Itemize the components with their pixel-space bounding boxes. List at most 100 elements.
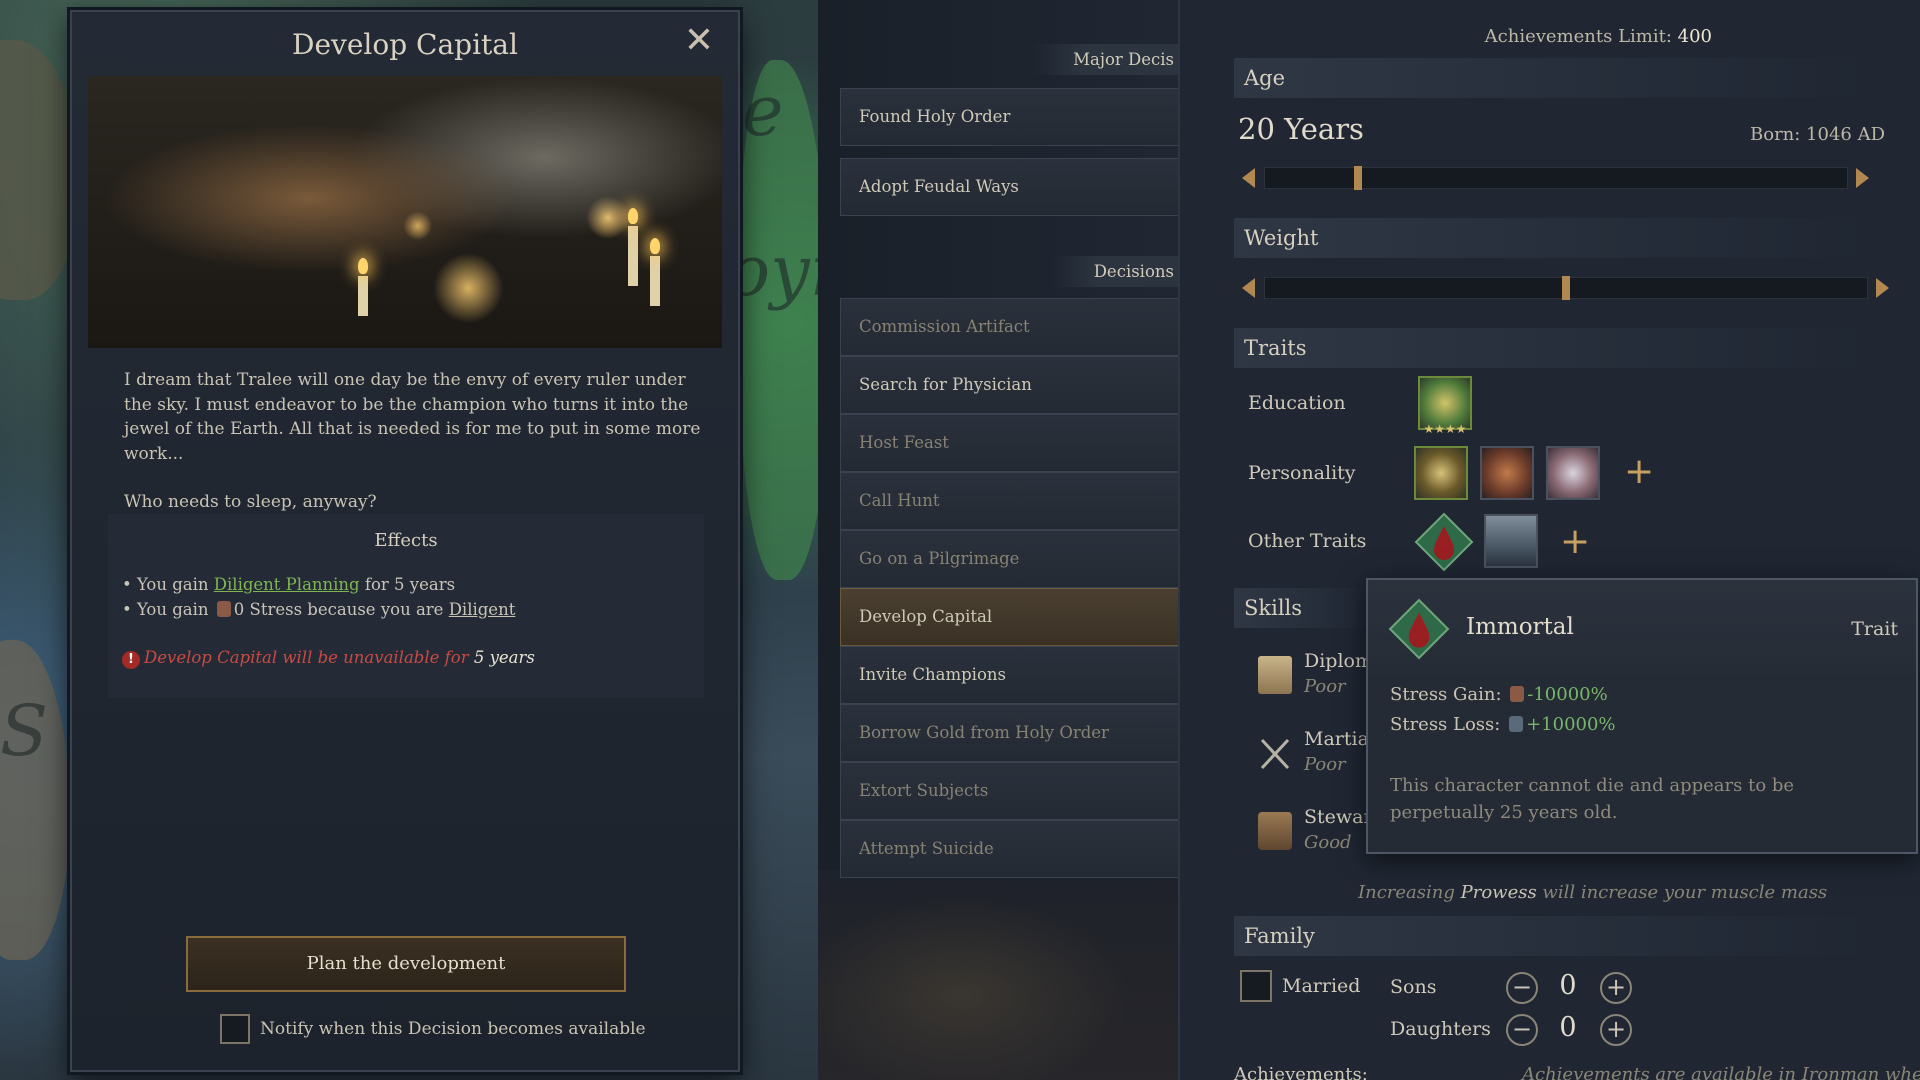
notify-checkbox[interactable] (220, 1014, 250, 1044)
sons-decrease-button[interactable]: − (1506, 972, 1538, 1004)
married-label: Married (1282, 975, 1361, 997)
decision-item-host-feast[interactable]: Host Feast (840, 414, 1178, 472)
decision-item-borrow-gold-from-holy-order[interactable]: Borrow Gold from Holy Order (840, 704, 1178, 762)
plan-development-button[interactable]: Plan the development (186, 936, 626, 992)
decision-item-extort-subjects[interactable]: Extort Subjects (840, 762, 1178, 820)
skills-section-label: Skills (1234, 588, 1374, 628)
weight-slider[interactable] (1264, 276, 1868, 300)
stress-gain-value: -10000% (1527, 684, 1608, 705)
weight-decrease-arrow-icon[interactable] (1242, 278, 1255, 298)
add-other-trait-button[interactable]: + (1560, 524, 1590, 560)
married-checkbox[interactable] (1240, 970, 1272, 1002)
notify-label: Notify when this Decision becomes availa… (260, 1019, 646, 1039)
weight-section-label: Weight (1234, 218, 1874, 258)
unavailable-warning: ! Develop Capital will be unavailable for… (122, 648, 535, 669)
map-label: e (742, 70, 784, 152)
map-label: S (0, 690, 48, 772)
close-icon[interactable]: ✕ (682, 23, 716, 60)
daughters-decrease-button[interactable]: − (1506, 1014, 1538, 1046)
chest-icon (1258, 812, 1292, 850)
sons-label: Sons (1390, 976, 1437, 998)
candle-icon (650, 256, 660, 306)
map-landmass (0, 40, 80, 300)
sons-increase-button[interactable]: + (1600, 972, 1632, 1004)
decision-item-search-for-physician[interactable]: Search for Physician (840, 356, 1178, 414)
effect-text: • You gain (122, 600, 214, 619)
decision-item-commission-artifact[interactable]: Commission Artifact (840, 298, 1178, 356)
effect-text: • You gain (122, 575, 214, 594)
decision-illustration (88, 76, 722, 348)
stress-loss-icon (1509, 716, 1524, 732)
effects-list: • You gain Diligent Planning for 5 years… (122, 572, 515, 622)
wrathful-trait-icon[interactable] (1480, 446, 1534, 500)
traits-section-label: Traits (1234, 328, 1874, 368)
prowess-hint-text: Increasing (1358, 882, 1461, 903)
crossed-swords-icon (1260, 738, 1290, 770)
stress-loss-value: +10000% (1526, 714, 1616, 735)
achievements-label: Achievements: (1234, 1064, 1368, 1080)
weight-slider-thumb[interactable] (1562, 276, 1570, 300)
family-section-label: Family (1234, 916, 1874, 956)
panel-room-illustration (818, 870, 1178, 1080)
warning-text: Develop Capital will be unavailable for (144, 648, 474, 667)
effect-text: Stress because you are (244, 600, 449, 619)
age-decrease-arrow-icon[interactable] (1242, 168, 1255, 188)
map-landmass (0, 640, 70, 960)
birth-year: Born: 1046 AD (1750, 124, 1886, 145)
candle-icon (358, 276, 368, 316)
decision-item-found-holy-order[interactable]: Found Holy Order (840, 88, 1178, 146)
fortress-trait-icon[interactable] (1484, 514, 1538, 568)
stress-gain-label: Stress Gain: (1390, 684, 1508, 705)
personality-label: Personality (1248, 462, 1356, 484)
diligent-trait-icon[interactable] (1414, 446, 1468, 500)
skill-name: Diplom (1304, 650, 1374, 672)
stress-gain-line: Stress Gain: -10000% (1390, 684, 1608, 705)
notify-row: Notify when this Decision becomes availa… (220, 1014, 646, 1044)
effect-line: • You gain Diligent Planning for 5 years (122, 572, 515, 597)
daughters-increase-button[interactable]: + (1600, 1014, 1632, 1046)
effect-line: • You gain 0 Stress because you are Dili… (122, 597, 515, 622)
decision-item-adopt-feudal-ways[interactable]: Adopt Feudal Ways (840, 158, 1178, 216)
limit-label: Achievements Limit: (1484, 26, 1678, 47)
prowess-hint: Increasing Prowess will increase your mu… (1358, 882, 1827, 903)
achievements-note: Achievements are available in Ironman wh… (1522, 1064, 1920, 1080)
decision-window: Develop Capital ✕ I dream that Tralee wi… (70, 10, 740, 1072)
stress-amount: 0 (233, 600, 245, 619)
age-slider[interactable] (1264, 166, 1848, 190)
daughters-label: Daughters (1390, 1018, 1491, 1040)
warning-icon: ! (122, 651, 140, 669)
vain-trait-icon[interactable] (1546, 446, 1600, 500)
tooltip-type: Trait (1851, 618, 1898, 640)
diligent-link[interactable]: Diligent (449, 600, 516, 619)
scroll-icon (1258, 656, 1292, 694)
description-paragraph: Who needs to sleep, anyway? (124, 492, 377, 512)
major-decisions-header: Major Decis (1033, 44, 1178, 75)
effects-title: Effects (374, 530, 438, 551)
decision-item-develop-capital[interactable]: Develop Capital (840, 588, 1178, 646)
prowess-hint-text: will increase your muscle mass (1536, 882, 1828, 903)
decisions-panel: Major Decis Found Holy Order Adopt Feuda… (818, 0, 1178, 1080)
limit-value: 400 (1677, 26, 1712, 47)
age-value: 20 Years (1238, 112, 1364, 146)
diligent-planning-link[interactable]: Diligent Planning (214, 575, 360, 594)
immortal-trait-icon[interactable] (1414, 512, 1474, 572)
decision-description: I dream that Tralee will one day be the … (124, 368, 704, 515)
other-traits-label: Other Traits (1248, 530, 1367, 552)
age-slider-thumb[interactable] (1354, 166, 1363, 190)
decision-item-attempt-suicide[interactable]: Attempt Suicide (840, 820, 1178, 878)
weight-increase-arrow-icon[interactable] (1876, 278, 1889, 298)
tooltip-title: Immortal (1466, 614, 1574, 640)
candle-icon (628, 226, 638, 286)
decision-item-call-hunt[interactable]: Call Hunt (840, 472, 1178, 530)
decision-item-invite-champions[interactable]: Invite Champions (840, 646, 1178, 704)
education-label: Education (1248, 392, 1346, 414)
window-title: Develop Capital (292, 28, 518, 61)
age-section-label: Age (1234, 58, 1874, 98)
immortal-icon (1388, 598, 1450, 660)
achievements-limit: Achievements Limit: 400 (1485, 26, 1712, 47)
daughters-count: 0 (1559, 1012, 1577, 1043)
decision-item-go-on-a-pilgrimage[interactable]: Go on a Pilgrimage (840, 530, 1178, 588)
age-increase-arrow-icon[interactable] (1856, 168, 1869, 188)
add-personality-trait-button[interactable]: + (1624, 454, 1654, 490)
stress-icon (1510, 686, 1525, 702)
